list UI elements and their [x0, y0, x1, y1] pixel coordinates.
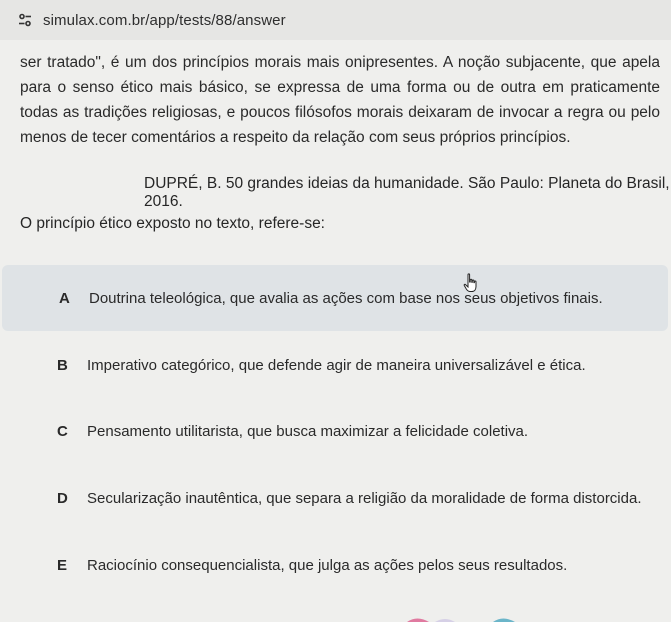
option-e[interactable]: E Raciocínio consequencialista, que julg… [0, 532, 668, 598]
browser-address-bar[interactable]: simulax.com.br/app/tests/88/answer [0, 0, 671, 41]
tune-settings-icon[interactable] [17, 12, 33, 28]
option-letter: D [57, 489, 68, 507]
passage-text: ser tratado", é um dos princípios morais… [20, 54, 660, 146]
option-letter: E [57, 556, 68, 574]
url-text[interactable]: simulax.com.br/app/tests/88/answer [43, 12, 286, 29]
option-letter: B [57, 356, 68, 374]
option-text: Raciocínio consequencialista, que julga … [87, 556, 568, 574]
option-text: Imperativo categórico, que defende agir … [87, 356, 586, 374]
option-text: Doutrina teleológica, que avalia as açõe… [89, 289, 603, 307]
hand-pointer-cursor-icon [463, 273, 477, 292]
question-prompt: O princípio ético exposto no texto, refe… [20, 215, 325, 232]
option-text: Secularização inautêntica, que separa a … [87, 489, 642, 507]
option-a[interactable]: A Doutrina teleológica, que avalia as aç… [2, 265, 668, 331]
option-letter: C [57, 422, 68, 440]
question-page: ser tratado", é um dos princípios morais… [0, 40, 671, 622]
option-b[interactable]: B Imperativo categórico, que defende agi… [0, 332, 668, 398]
citation: DUPRÉ, B. 50 grandes ideias da humanidad… [144, 175, 670, 210]
colored-arcs-decoration [407, 618, 515, 622]
option-d[interactable]: D Secularização inautêntica, que separa … [0, 465, 668, 531]
option-letter: A [59, 289, 70, 307]
option-text: Pensamento utilitarista, que busca maxim… [87, 422, 529, 440]
option-c[interactable]: C Pensamento utilitarista, que busca max… [0, 398, 668, 464]
